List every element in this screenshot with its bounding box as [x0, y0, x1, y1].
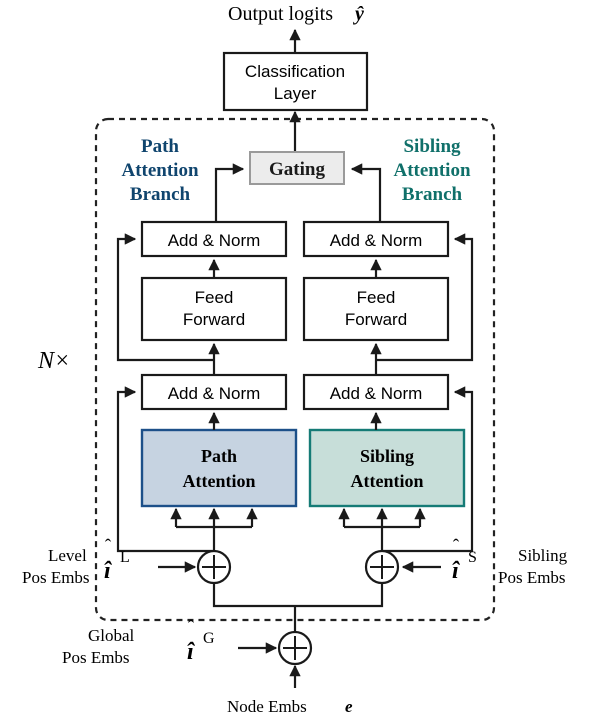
gating-label: Gating — [269, 159, 325, 180]
wire-left-branch-to-gating — [214, 163, 245, 222]
path-attention-box[interactable] — [140, 428, 298, 508]
left-upper-add-norm-label: Add & Norm — [168, 231, 261, 250]
classification-layer-label-line2: Layer — [274, 84, 317, 103]
wire-global-to-left-branch — [212, 583, 295, 608]
global-pos-embs-label-line2: Pos Embs — [62, 648, 130, 667]
level-pos-emb-symbol: î — [104, 558, 112, 584]
right-upper-add-norm-label: Add & Norm — [330, 231, 423, 250]
path-branch-label-line1: Path — [141, 136, 179, 157]
global-pos-emb-superscript: G — [203, 630, 215, 647]
left-feed-forward-label-line2: Forward — [183, 310, 245, 329]
right-feed-forward-label-line1: Feed — [357, 288, 396, 307]
left-lower-add-norm-label: Add & Norm — [168, 384, 261, 403]
node-embs-symbol: e — [345, 697, 353, 716]
level-pos-emb-hat-accent: ̂ — [105, 539, 111, 542]
sibling-attention-label-line2: Attention — [351, 471, 424, 491]
wire-global-to-right-branch — [295, 583, 384, 608]
sibling-pos-embs-label-line2: Pos Embs — [498, 568, 566, 587]
output-logits-symbol: ŷ — [353, 3, 364, 25]
sibling-attention-box[interactable] — [308, 428, 466, 508]
left-feed-forward-label-line1: Feed — [195, 288, 234, 307]
sibling-branch-label-line2: Attention — [393, 160, 470, 181]
right-lower-add-norm-label: Add & Norm — [330, 384, 423, 403]
classification-layer-label-line1: Classification — [245, 62, 345, 81]
sibling-pos-emb-superscript: S — [468, 549, 477, 566]
repeat-count-label: N× — [37, 348, 70, 374]
right-feed-forward-label-line2: Forward — [345, 310, 407, 329]
global-pos-embs-label-line1: Global — [88, 626, 135, 645]
level-pos-embs-label-line2: Pos Embs — [22, 568, 90, 587]
sibling-branch-label-line1: Sibling — [403, 136, 461, 157]
level-pos-emb-superscript: L — [120, 549, 130, 566]
sibling-pos-emb-hat-accent: ̂ — [453, 539, 459, 542]
global-pos-emb-symbol: î — [187, 639, 195, 665]
path-branch-label-line3: Branch — [130, 184, 191, 205]
sibling-pos-embs-label-line1: Sibling — [518, 546, 568, 565]
output-logits-label: Output logits — [228, 3, 333, 25]
path-attention-label-line1: Path — [201, 446, 237, 466]
node-embs-label: Node Embs — [227, 697, 307, 716]
sibling-pos-emb-symbol: î — [452, 558, 460, 584]
wire-right-branch-to-gating — [350, 163, 382, 222]
architecture-diagram: N× Output logits ŷ Classification Layer… — [22, 3, 568, 716]
path-attention-label-line2: Attention — [183, 471, 256, 491]
sibling-branch-label-line3: Branch — [402, 184, 463, 205]
sibling-attention-label-line1: Sibling — [360, 446, 414, 466]
figure-canvas: N× Output logits ŷ Classification Layer… — [0, 0, 590, 718]
level-pos-embs-label-line1: Level — [48, 546, 87, 565]
path-branch-label-line2: Attention — [121, 160, 198, 181]
